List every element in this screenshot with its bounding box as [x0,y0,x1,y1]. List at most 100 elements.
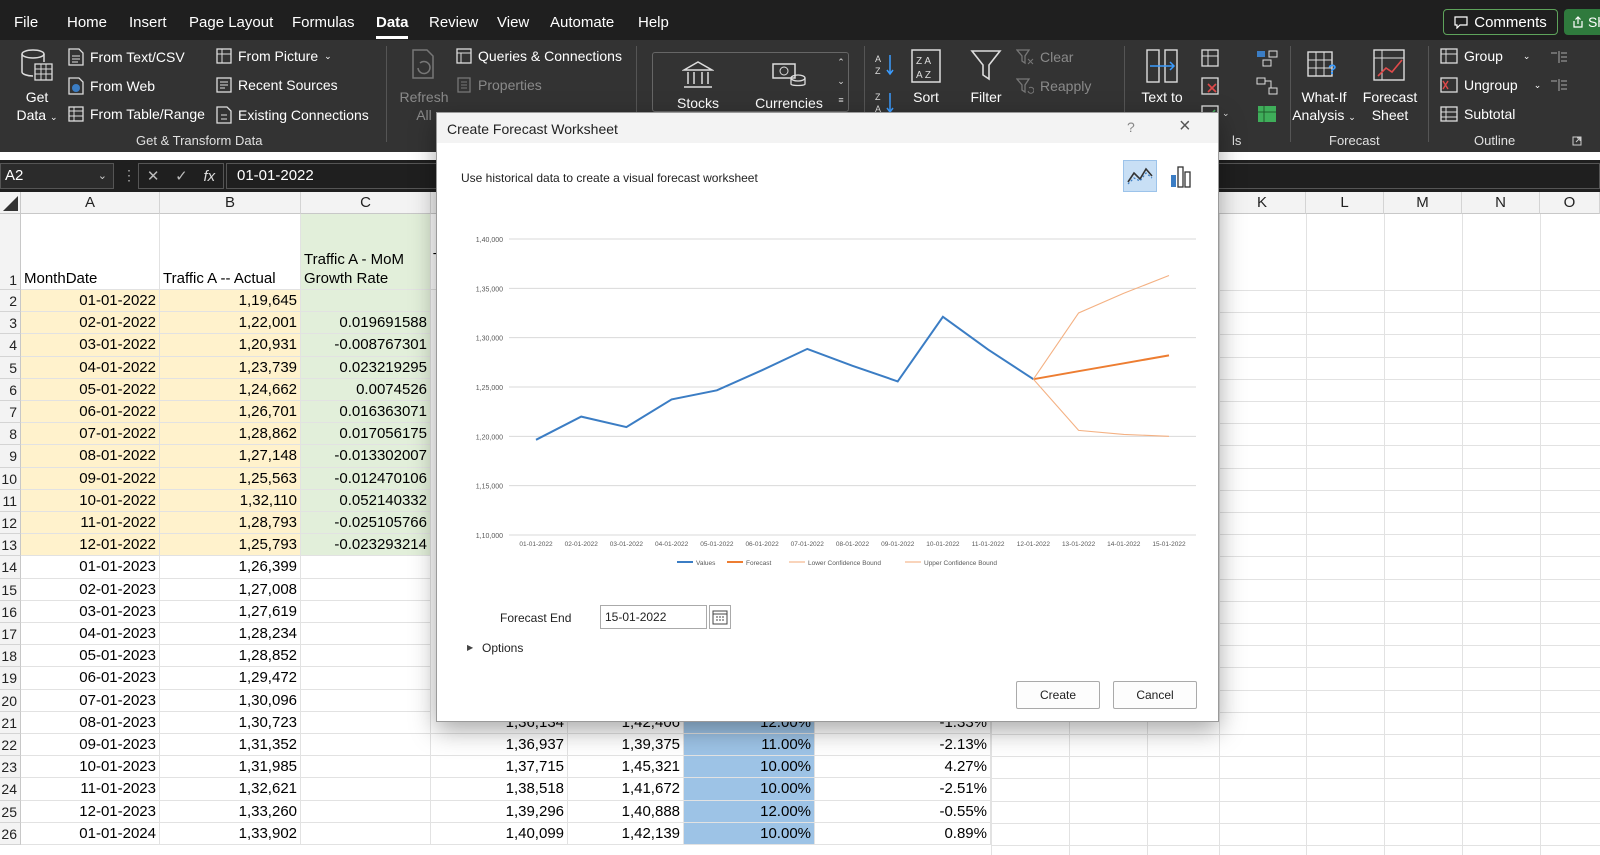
tab-automate[interactable]: Automate [550,14,614,31]
table-cell[interactable]: 1,37,715 [431,756,568,779]
growth-rate-cell[interactable]: 0.052140332 [301,489,431,512]
row-header[interactable]: 1 [0,214,21,290]
stocks-button[interactable]: Stocks [668,60,728,112]
tab-file[interactable]: File [14,14,38,31]
row-header[interactable]: 25 [0,800,21,823]
tab-formulas[interactable]: Formulas [292,14,355,31]
table-cell[interactable]: 4.27% [815,756,991,779]
dialog-launcher-icon[interactable] [1572,136,1582,146]
row-header[interactable]: 5 [0,356,21,379]
sort-ascending-button[interactable]: AZ [874,52,896,78]
tab-help[interactable]: Help [638,14,669,31]
date-cell[interactable]: 01-01-2022 [21,290,160,313]
subtotal-button[interactable]: Subtotal [1440,106,1515,122]
line-chart-toggle[interactable] [1123,160,1157,192]
row-header[interactable]: 22 [0,734,21,757]
row-header[interactable]: 23 [0,756,21,779]
share-button[interactable]: Sh [1564,9,1600,35]
column-header-o[interactable]: O [1540,192,1600,214]
growth-rate-cell[interactable]: -0.012470106 [301,467,431,490]
from-picture-button[interactable]: From Picture ⌄ [216,48,332,64]
row-header[interactable]: 15 [0,578,21,601]
get-data-button[interactable]: Get Data ⌄ [14,48,60,126]
header-cell-growth-rate[interactable]: Traffic A - MoM Growth Rate [301,214,431,290]
growth-rate-cell[interactable]: 0.017056175 [301,423,431,446]
from-text-csv-button[interactable]: From Text/CSV [68,48,185,66]
table-cell[interactable]: 10.00% [684,778,815,801]
date-cell[interactable]: 05-01-2022 [21,378,160,401]
table-cell[interactable]: 1,36,937 [431,734,568,757]
tab-data[interactable]: Data [376,14,409,31]
flash-fill-icon[interactable] [1200,48,1220,68]
growth-rate-cell[interactable]: -0.013302007 [301,445,431,468]
row-header[interactable]: 7 [0,401,21,424]
growth-rate-cell[interactable] [301,556,431,579]
comments-button[interactable]: Comments [1443,9,1558,35]
tab-home[interactable]: Home [67,14,107,31]
select-all-corner[interactable] [0,192,21,214]
traffic-actual-cell[interactable]: 1,33,260 [160,800,301,823]
header-cell-monthdate[interactable]: MonthDate [21,214,160,290]
growth-rate-cell[interactable] [301,578,431,601]
fx-icon[interactable]: fx [203,168,215,185]
row-header[interactable]: 16 [0,600,21,623]
date-cell[interactable]: 10-01-2023 [21,756,160,779]
table-cell[interactable]: 1,38,518 [431,778,568,801]
table-cell[interactable]: -2.51% [815,778,991,801]
growth-rate-cell[interactable]: 0.0074526 [301,378,431,401]
date-cell[interactable]: 01-01-2023 [21,556,160,579]
header-cell-traffic-actual[interactable]: Traffic A -- Actual [160,214,301,290]
growth-rate-cell[interactable] [301,711,431,734]
check-icon[interactable]: ✓ [175,167,188,185]
traffic-actual-cell[interactable]: 1,28,862 [160,423,301,446]
date-cell[interactable]: 09-01-2022 [21,467,160,490]
table-cell[interactable]: 12.00% [684,800,815,823]
table-cell[interactable]: 1,40,099 [431,822,568,845]
growth-rate-cell[interactable]: -0.023293214 [301,534,431,557]
date-cell[interactable]: 01-01-2024 [21,822,160,845]
table-cell[interactable]: 1,40,888 [568,800,684,823]
row-header[interactable]: 14 [0,556,21,579]
traffic-actual-cell[interactable]: 1,32,621 [160,778,301,801]
traffic-actual-cell[interactable]: 1,30,096 [160,689,301,712]
close-icon[interactable]: × [1179,115,1191,138]
traffic-actual-cell[interactable]: 1,29,472 [160,667,301,690]
what-if-analysis-button[interactable]: ? What-If Analysis ⌄ [1290,48,1358,126]
traffic-actual-cell[interactable]: 1,22,001 [160,312,301,335]
date-cell[interactable]: 06-01-2023 [21,667,160,690]
date-cell[interactable]: 07-01-2022 [21,423,160,446]
traffic-actual-cell[interactable]: 1,27,619 [160,600,301,623]
growth-rate-cell[interactable] [301,689,431,712]
scroll-down-icon[interactable]: ⌄ [834,72,848,91]
table-cell[interactable]: 10.00% [684,756,815,779]
date-cell[interactable]: 04-01-2022 [21,356,160,379]
traffic-actual-cell[interactable]: 1,23,739 [160,356,301,379]
growth-rate-cell[interactable]: 0.023219295 [301,356,431,379]
column-header-c[interactable]: C [301,192,431,214]
chevron-down-icon[interactable]: ⌄ [1222,108,1230,119]
date-cell[interactable]: 11-01-2022 [21,512,160,535]
growth-rate-cell[interactable] [301,600,431,623]
growth-rate-cell[interactable] [301,778,431,801]
queries-connections-button[interactable]: Queries & Connections [456,48,622,64]
traffic-actual-cell[interactable]: 1,19,645 [160,290,301,313]
forecast-end-input[interactable]: 15-01-2022 [600,605,707,629]
chevron-down-icon[interactable]: ⌄ [98,169,107,182]
traffic-actual-cell[interactable]: 1,28,852 [160,645,301,668]
recent-sources-button[interactable]: Recent Sources [216,77,338,93]
remove-duplicates-icon[interactable] [1200,76,1220,96]
date-cell[interactable]: 10-01-2022 [21,489,160,512]
ungroup-button[interactable]: Ungroup ⌄ [1440,77,1541,93]
date-cell[interactable]: 12-01-2022 [21,534,160,557]
traffic-actual-cell[interactable]: 1,27,008 [160,578,301,601]
name-box[interactable]: A2 ⌄ [0,163,114,189]
row-header[interactable]: 26 [0,822,21,845]
row-header[interactable]: 12 [0,512,21,535]
relationships-icon[interactable] [1256,76,1278,96]
date-cell[interactable]: 11-01-2023 [21,778,160,801]
date-cell[interactable]: 03-01-2023 [21,600,160,623]
table-cell[interactable]: 1,39,375 [568,734,684,757]
row-header[interactable]: 8 [0,423,21,446]
row-header[interactable]: 10 [0,467,21,490]
tab-page-layout[interactable]: Page Layout [189,14,273,31]
